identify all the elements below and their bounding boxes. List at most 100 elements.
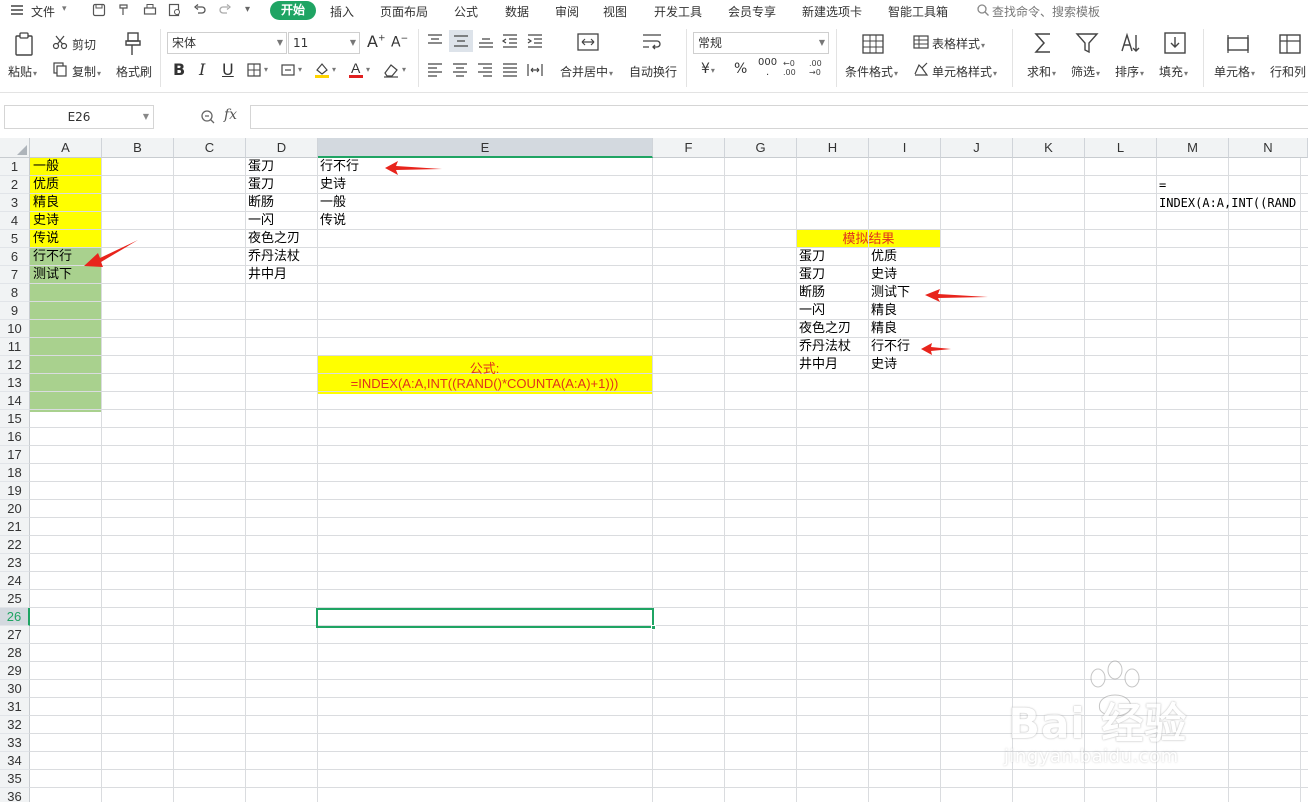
align-bottom-icon[interactable] xyxy=(477,33,495,49)
border-icon[interactable] xyxy=(246,62,262,78)
redo-icon[interactable] xyxy=(218,3,232,17)
cell-format-dropdown-icon[interactable]: ▾ xyxy=(298,65,302,74)
cell-d1[interactable]: 蛋刀 xyxy=(245,158,317,176)
row-header-2[interactable]: 2 xyxy=(0,176,30,194)
fill-color-dropdown-icon[interactable]: ▾ xyxy=(332,65,336,74)
conditional-format-button[interactable]: 条件格式▾ xyxy=(845,63,898,80)
format-painter-small-icon[interactable] xyxy=(117,3,131,17)
cell-a3[interactable]: 精良 xyxy=(30,194,101,212)
print-preview-icon[interactable] xyxy=(168,3,182,17)
percent-format-button[interactable]: % xyxy=(734,61,747,77)
italic-icon[interactable]: I xyxy=(199,60,205,79)
column-header-l[interactable]: L xyxy=(1085,138,1157,158)
align-top-icon[interactable] xyxy=(426,33,444,49)
merge-center-icon[interactable] xyxy=(576,31,600,53)
select-all-corner[interactable] xyxy=(0,138,30,158)
row-header-14[interactable]: 14 xyxy=(0,392,30,410)
row-header-7[interactable]: 7 xyxy=(0,266,30,284)
cell-h12[interactable]: 井中月 xyxy=(796,356,868,374)
row-header-12[interactable]: 12 xyxy=(0,356,30,374)
cell-i9[interactable]: 精良 xyxy=(868,302,940,320)
cell-h9[interactable]: 一闪 xyxy=(796,302,868,320)
cell-d5[interactable]: 夜色之刃 xyxy=(245,230,317,248)
row-header-10[interactable]: 10 xyxy=(0,320,30,338)
align-left-icon[interactable] xyxy=(426,62,444,78)
cell-button[interactable]: 单元格▾ xyxy=(1214,63,1255,80)
paste-icon[interactable] xyxy=(12,31,38,57)
font-name-select[interactable]: 宋体 ▼ xyxy=(167,32,287,54)
cell-i12[interactable]: 史诗 xyxy=(868,356,940,374)
cell-d4[interactable]: 一闪 xyxy=(245,212,317,230)
row-header-11[interactable]: 11 xyxy=(0,338,30,356)
cell-h8[interactable]: 断肠 xyxy=(796,284,868,302)
print-icon[interactable] xyxy=(143,3,157,17)
row-header-30[interactable]: 30 xyxy=(0,680,30,698)
row-col-icon[interactable] xyxy=(1278,33,1302,55)
font-color-icon[interactable]: A xyxy=(348,60,364,80)
row-header-5[interactable]: 5 xyxy=(0,230,30,248)
function-fx-icon[interactable]: fx xyxy=(224,107,237,123)
row-header-32[interactable]: 32 xyxy=(0,716,30,734)
row-header-26[interactable]: 26 xyxy=(0,608,30,626)
cell-d6[interactable]: 乔丹法杖 xyxy=(245,248,317,266)
fill-down-icon[interactable] xyxy=(1163,31,1187,55)
fill-button[interactable]: 填充▾ xyxy=(1159,63,1188,80)
cell-e4[interactable]: 传说 xyxy=(317,212,417,230)
currency-format-button[interactable]: ¥▾ xyxy=(701,61,715,77)
file-menu-chevron-icon[interactable]: ▾ xyxy=(62,4,67,14)
formula-input[interactable] xyxy=(250,105,1308,129)
align-center-icon[interactable] xyxy=(451,62,469,78)
font-size-select[interactable]: 11 ▼ xyxy=(288,32,360,54)
row-header-34[interactable]: 34 xyxy=(0,752,30,770)
row-header-22[interactable]: 22 xyxy=(0,536,30,554)
row-header-4[interactable]: 4 xyxy=(0,212,30,230)
increase-indent-icon[interactable] xyxy=(526,33,544,49)
table-style-icon[interactable] xyxy=(913,35,929,49)
border-dropdown-icon[interactable]: ▾ xyxy=(264,65,268,74)
row-col-button[interactable]: 行和列 xyxy=(1270,63,1306,80)
tab-insert[interactable]: 插入 xyxy=(330,3,354,20)
row-header-29[interactable]: 29 xyxy=(0,662,30,680)
cut-button[interactable]: 剪切 xyxy=(72,36,96,53)
tab-formulas[interactable]: 公式 xyxy=(454,3,478,20)
wrap-text-icon[interactable] xyxy=(640,31,664,53)
cell-style-button[interactable]: 单元格样式▾ xyxy=(932,63,997,80)
column-header-a[interactable]: A xyxy=(30,138,102,158)
column-header-f[interactable]: F xyxy=(653,138,725,158)
row-header-35[interactable]: 35 xyxy=(0,770,30,788)
row-header-27[interactable]: 27 xyxy=(0,626,30,644)
cell-format-icon[interactable] xyxy=(280,62,296,78)
active-cell-e26[interactable] xyxy=(316,608,656,630)
row-header-21[interactable]: 21 xyxy=(0,518,30,536)
table-style-button[interactable]: 表格样式▾ xyxy=(932,35,985,52)
conditional-format-icon[interactable] xyxy=(861,33,885,55)
clear-format-dropdown-icon[interactable]: ▾ xyxy=(402,65,406,74)
row-header-3[interactable]: 3 xyxy=(0,194,30,212)
cell-h10[interactable]: 夜色之刃 xyxy=(796,320,868,338)
align-middle-icon[interactable] xyxy=(449,30,473,52)
cell-i6[interactable]: 优质 xyxy=(868,248,940,266)
search-icon[interactable] xyxy=(976,3,990,17)
column-header-e[interactable]: E xyxy=(318,138,653,158)
row-header-20[interactable]: 20 xyxy=(0,500,30,518)
cell-m3[interactable]: INDEX(A:A,INT((RAND xyxy=(1156,194,1308,212)
tab-page-layout[interactable]: 页面布局 xyxy=(380,3,428,20)
hamburger-icon[interactable] xyxy=(10,3,24,17)
cell-icon[interactable] xyxy=(1225,33,1251,55)
tab-review[interactable]: 审阅 xyxy=(555,3,579,20)
cell-i7[interactable]: 史诗 xyxy=(868,266,940,284)
row-header-19[interactable]: 19 xyxy=(0,482,30,500)
sum-icon[interactable] xyxy=(1032,31,1054,55)
clear-format-icon[interactable] xyxy=(382,62,400,78)
column-header-j[interactable]: J xyxy=(941,138,1013,158)
row-header-6[interactable]: 6 xyxy=(0,248,30,266)
justify-icon[interactable] xyxy=(501,62,519,78)
undo-icon[interactable] xyxy=(193,3,207,17)
tab-developer[interactable]: 开发工具 xyxy=(654,3,702,20)
sort-button[interactable]: 排序▾ xyxy=(1115,63,1144,80)
column-header-b[interactable]: B xyxy=(102,138,174,158)
row-header-31[interactable]: 31 xyxy=(0,698,30,716)
cell-i10[interactable]: 精良 xyxy=(868,320,940,338)
sum-button[interactable]: 求和▾ xyxy=(1027,63,1056,80)
row-header-23[interactable]: 23 xyxy=(0,554,30,572)
